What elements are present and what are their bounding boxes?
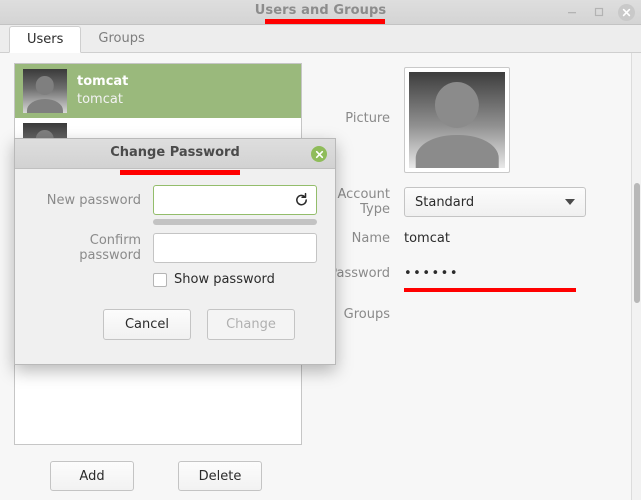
- new-password-input[interactable]: [153, 185, 317, 215]
- picture-button[interactable]: [404, 67, 510, 173]
- change-password-dialog: Change Password New password Confirm pas…: [14, 138, 336, 365]
- groups-row: Groups: [320, 307, 641, 322]
- user-avatar: [409, 72, 505, 168]
- vertical-scrollbar[interactable]: [631, 53, 641, 500]
- tab-groups[interactable]: Groups: [81, 25, 161, 52]
- account-type-select[interactable]: Standard: [404, 187, 586, 217]
- window-controls: [564, 0, 635, 24]
- avatar: [23, 69, 67, 113]
- account-type-row: Account Type Standard: [320, 187, 641, 217]
- tabbar: Users Groups: [0, 25, 641, 53]
- dialog-close-icon[interactable]: [311, 146, 327, 162]
- change-button[interactable]: Change: [207, 309, 295, 340]
- maximize-icon[interactable]: [591, 4, 607, 20]
- show-password-label: Show password: [174, 272, 275, 287]
- window-title: Users and Groups: [254, 3, 387, 18]
- name-row: Name tomcat: [320, 231, 641, 246]
- confirm-password-input[interactable]: [153, 233, 317, 263]
- add-button[interactable]: Add: [50, 461, 134, 491]
- close-icon[interactable]: [618, 3, 635, 21]
- confirm-password-label: Confirm password: [79, 233, 141, 263]
- annotation-password-underline: [404, 288, 576, 292]
- dialog-actions: Cancel Change: [15, 287, 335, 364]
- picture-label: Picture: [345, 111, 390, 126]
- annotation-dialog-title-underline: [120, 170, 240, 175]
- tab-users[interactable]: Users: [9, 26, 82, 53]
- tab-users-label: Users: [27, 32, 64, 47]
- annotation-title-underline: [265, 19, 385, 24]
- show-password-checkbox[interactable]: [153, 272, 167, 287]
- password-row: Password ••••••: [320, 266, 641, 292]
- scrollbar-thumb[interactable]: [634, 183, 640, 303]
- password-value[interactable]: ••••••: [404, 266, 459, 281]
- password-strength-row: [25, 219, 317, 225]
- user-details-pane: Picture Account Type Standard Name tomca…: [320, 53, 641, 500]
- password-strength-meter: [153, 219, 317, 225]
- name-value[interactable]: tomcat: [404, 229, 450, 246]
- window-titlebar: Users and Groups: [0, 0, 641, 25]
- chevron-down-icon: [565, 199, 575, 205]
- show-password-row: Show password: [25, 272, 317, 287]
- list-item[interactable]: tomcat tomcat: [15, 64, 301, 118]
- show-password-toggle[interactable]: Show password: [153, 272, 275, 287]
- picture-row: Picture: [320, 67, 641, 173]
- dialog-title: Change Password: [110, 145, 240, 160]
- list-action-buttons: Add Delete: [14, 461, 302, 491]
- refresh-icon[interactable]: [294, 192, 309, 208]
- minimize-icon[interactable]: [564, 4, 580, 20]
- confirm-password-row: Confirm password: [25, 233, 317, 263]
- delete-button[interactable]: Delete: [178, 461, 262, 491]
- tab-groups-label: Groups: [98, 31, 145, 46]
- list-item-secondary: tomcat: [77, 92, 123, 107]
- new-password-label: New password: [46, 192, 141, 208]
- account-type-value: Standard: [415, 194, 475, 210]
- cancel-button[interactable]: Cancel: [103, 309, 191, 340]
- dialog-body: New password Confirm password Show passw…: [15, 169, 335, 287]
- list-item-primary: tomcat: [77, 74, 129, 90]
- dialog-titlebar: Change Password: [15, 139, 335, 169]
- new-password-row: New password: [25, 185, 317, 215]
